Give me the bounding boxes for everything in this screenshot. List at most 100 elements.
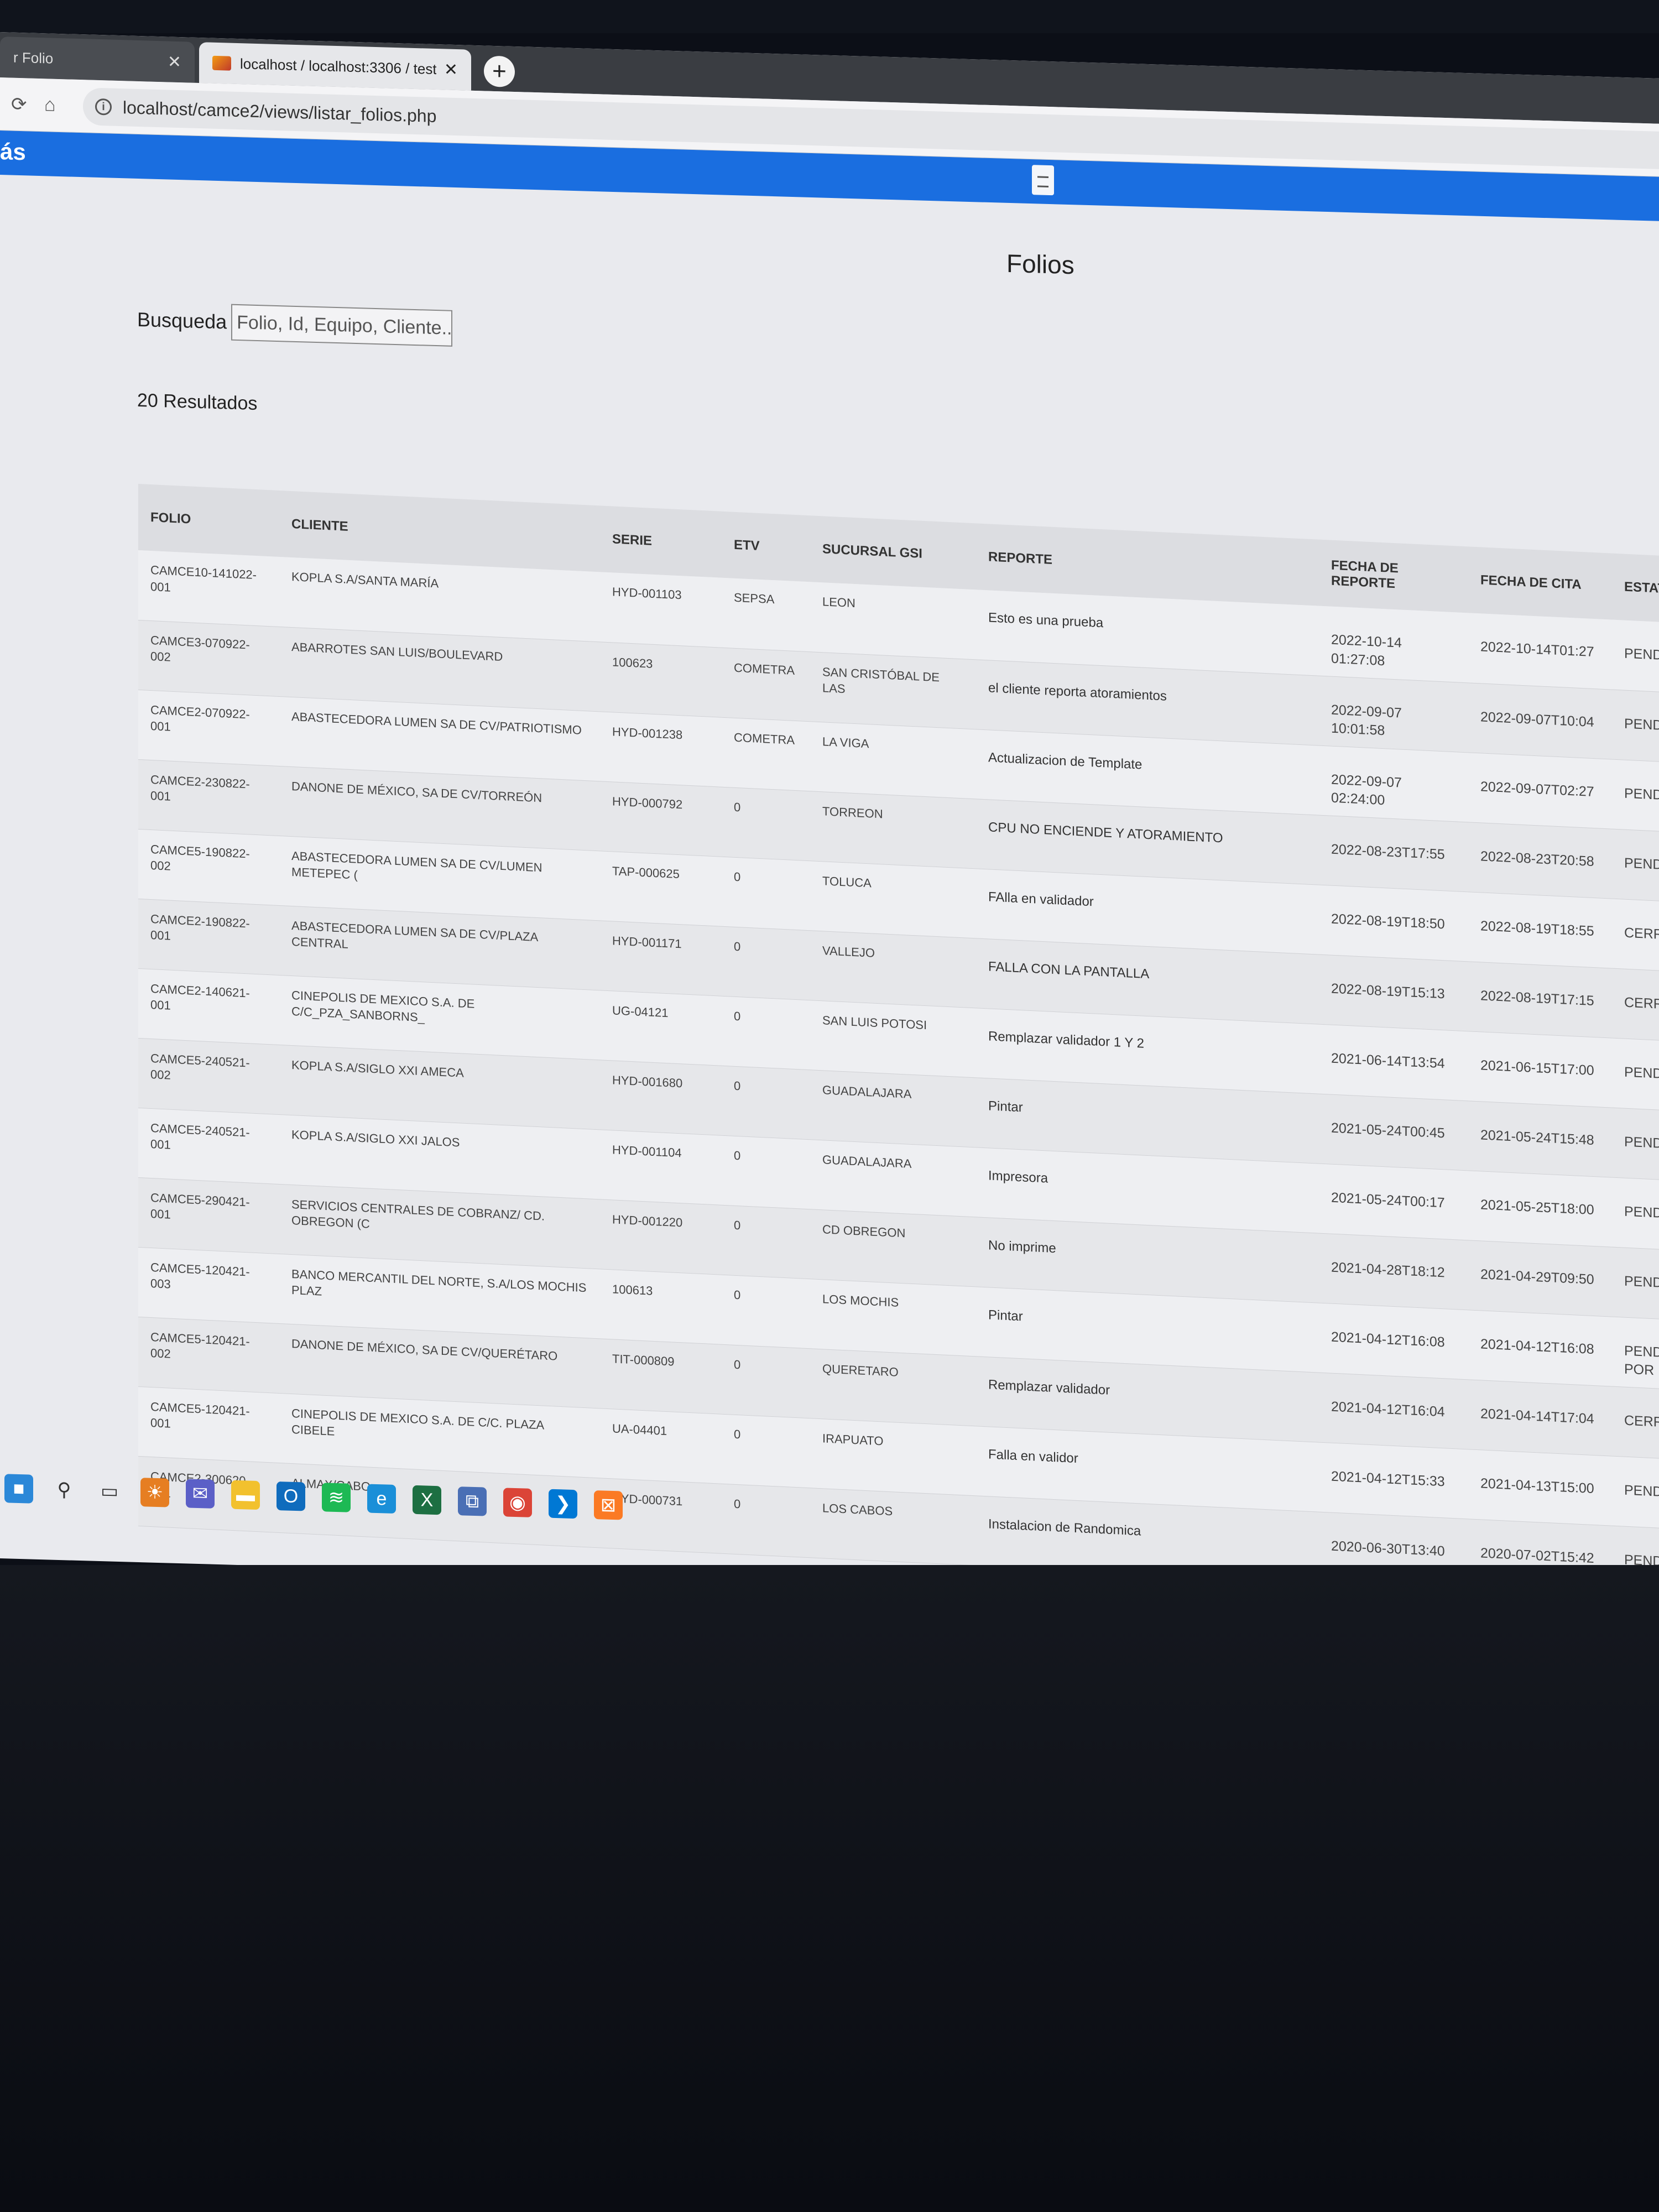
tab-close-icon[interactable]: ✕ xyxy=(168,52,181,72)
cell-sucursal: SAN LUIS POTOSI xyxy=(822,1013,927,1032)
reload-icon[interactable]: ⟳ xyxy=(11,93,27,116)
laptop-bezel-top xyxy=(0,0,1659,33)
new-tab-button[interactable]: + xyxy=(484,55,515,88)
document-icon[interactable] xyxy=(1032,165,1054,196)
browser-tab-folio[interactable]: r Folio ✕ xyxy=(0,36,195,83)
cell-fecha-reporte: 2021-04-12T16:08 xyxy=(1331,1329,1445,1350)
cell-etv: 0 xyxy=(734,1009,741,1023)
cell-sucursal: LOS CABOS xyxy=(822,1500,893,1518)
xampp-icon[interactable]: ⊠ xyxy=(594,1490,623,1520)
header-sucursal[interactable]: SUCURSAL GSI xyxy=(810,515,976,589)
cell-sucursal: CD OBREGON xyxy=(822,1222,906,1240)
cell-fecha-cita: 2021-05-25T18:00 xyxy=(1480,1196,1594,1218)
cell-fecha-cita: 2022-08-23T20:58 xyxy=(1480,848,1594,869)
cell-serie: HYD-001103 xyxy=(612,585,682,602)
cell-etv: 0 xyxy=(734,1148,741,1162)
cell-fecha-reporte: 2021-04-12T16:04 xyxy=(1331,1399,1445,1420)
cell-estatus: PENDIENTE xyxy=(1624,1134,1659,1153)
cell-fecha-reporte: 2022-09-07 10:01:58 xyxy=(1331,702,1402,739)
weather-icon[interactable]: ☀ xyxy=(140,1478,169,1507)
cell-serie: 100623 xyxy=(612,654,653,671)
edge-icon[interactable]: e xyxy=(367,1484,396,1514)
cell-fecha-reporte: 2021-04-28T18:12 xyxy=(1331,1259,1445,1280)
header-serie[interactable]: SERIE xyxy=(600,505,722,577)
cell-etv: 0 xyxy=(734,869,741,884)
cell-estatus: PENDIENTE xyxy=(1624,1203,1659,1223)
cell-estatus: CERRADO xyxy=(1624,994,1659,1014)
cell-folio: CAMCE2-230822-001 xyxy=(150,772,250,804)
cell-estatus: PENDIENTE xyxy=(1624,855,1659,874)
cell-folio: CAMCE5-240521-001 xyxy=(150,1120,250,1152)
network-icon[interactable]: ⧉ xyxy=(458,1486,487,1516)
table-body: CAMCE10-141022-001 KOPLA S.A/SANTA MARÍA H… xyxy=(138,550,1659,1601)
cell-serie: TIT-000809 xyxy=(612,1351,675,1369)
cell-etv: 0 xyxy=(734,800,741,814)
tab-label: localhost / localhost:3306 / test / xyxy=(240,55,436,77)
cell-fecha-cita: 2021-05-24T15:48 xyxy=(1480,1126,1594,1148)
cell-estatus: PENDIEN xyxy=(1624,716,1659,734)
cell-fecha-cita: 2022-09-07T10:04 xyxy=(1480,708,1594,730)
cell-fecha-cita: 2022-08-19T17:15 xyxy=(1480,987,1594,1009)
vscode-icon[interactable]: ❯ xyxy=(549,1489,577,1519)
cell-folio: CAMCE5-120421-003 xyxy=(150,1260,250,1291)
cell-serie: HYD-001171 xyxy=(612,933,682,951)
task-view-icon[interactable]: ▭ xyxy=(95,1477,124,1506)
cell-folio: CAMCE2-140621-001 xyxy=(150,981,250,1013)
header-folio[interactable]: FOLIO xyxy=(138,484,279,557)
phpmyadmin-icon xyxy=(212,55,231,71)
cell-fecha-reporte: 2021-05-24T00:45 xyxy=(1331,1120,1445,1141)
windows-start-icon[interactable]: ■ xyxy=(4,1474,33,1504)
search-icon[interactable]: ⚲ xyxy=(50,1475,79,1505)
chrome-icon[interactable]: ◉ xyxy=(503,1488,532,1517)
header-fecha-cita[interactable]: FECHA DE CITA xyxy=(1468,546,1612,619)
site-info-icon[interactable]: i xyxy=(95,98,112,116)
cell-estatus: PENDIENTE xyxy=(1624,1064,1659,1083)
spotify-icon[interactable]: ≋ xyxy=(322,1483,351,1512)
cell-estatus: PENDIENTE POR PIEZA xyxy=(1624,1343,1659,1380)
header-etv[interactable]: ETV xyxy=(722,512,810,582)
cell-etv: 0 xyxy=(734,1218,741,1232)
cell-folio: CAMCE10-141022-001 xyxy=(150,563,257,594)
cell-estatus: CERRADO xyxy=(1624,925,1659,944)
cell-sucursal: GUADALAJARA xyxy=(822,1082,912,1101)
excel-icon[interactable]: X xyxy=(413,1485,441,1515)
cell-serie: HYD-001104 xyxy=(612,1142,682,1160)
cell-fecha-cita: 2021-04-29T09:50 xyxy=(1480,1266,1594,1287)
search-label: Busqueda xyxy=(137,307,227,333)
cell-fecha-cita: 2021-06-15T17:00 xyxy=(1480,1057,1594,1078)
cell-fecha-reporte: 2022-08-19T18:50 xyxy=(1331,911,1445,932)
cell-estatus: PENDIENT xyxy=(1624,785,1659,805)
browser-tab-phpmyadmin[interactable]: localhost / localhost:3306 / test / ✕ xyxy=(199,42,471,91)
cell-estatus: PENDIENTE xyxy=(1624,1273,1659,1292)
cell-sucursal: SAN CRISTÓBAL DE LAS xyxy=(822,664,940,696)
cell-fecha-cita: 2022-08-19T18:55 xyxy=(1480,917,1594,939)
cell-etv: 0 xyxy=(734,1357,741,1371)
cell-etv: 0 xyxy=(734,1078,741,1093)
screen: r Folio ✕ localhost / localhost:3306 / t… xyxy=(0,32,1659,1605)
file-explorer-icon[interactable]: ▬ xyxy=(231,1480,260,1510)
header-estatus[interactable]: ESTAT xyxy=(1612,554,1659,626)
cell-etv: SEPSA xyxy=(734,590,775,607)
tab-close-icon[interactable]: ✕ xyxy=(444,60,458,80)
navbar-brand[interactable]: ás xyxy=(0,138,26,165)
cell-sucursal: VALLEJO xyxy=(822,943,875,960)
cell-serie: UA-04401 xyxy=(612,1421,667,1438)
cell-fecha-reporte: 2021-06-14T13:54 xyxy=(1331,1050,1445,1071)
cell-sucursal: TORREON xyxy=(822,804,883,821)
cell-sucursal: LEON xyxy=(822,594,855,611)
cell-folio: CAMCE3-070922-002 xyxy=(150,633,250,664)
cell-sucursal: IRAPUATO xyxy=(822,1431,884,1448)
cell-folio: CAMCE5-120421-002 xyxy=(150,1329,250,1361)
teams-chat-icon[interactable]: ✉ xyxy=(186,1479,215,1509)
cell-fecha-reporte: 2022-09-07 02:24:00 xyxy=(1331,771,1402,808)
outlook-icon[interactable]: O xyxy=(276,1481,305,1511)
header-fecha-reporte[interactable]: FECHA DE REPORTE xyxy=(1319,540,1468,613)
search-input[interactable] xyxy=(231,304,453,347)
cell-sucursal: LA VIGA xyxy=(822,734,869,750)
cell-serie: HYD-001238 xyxy=(612,724,683,742)
cell-serie: HYD-001220 xyxy=(612,1212,683,1229)
cell-etv: COMETRA xyxy=(734,730,795,747)
home-icon[interactable]: ⌂ xyxy=(44,94,56,116)
cell-fecha-cita: 2022-09-07T02:27 xyxy=(1480,778,1594,800)
url-text: localhost/camce2/views/listar_folios.php xyxy=(123,97,437,126)
